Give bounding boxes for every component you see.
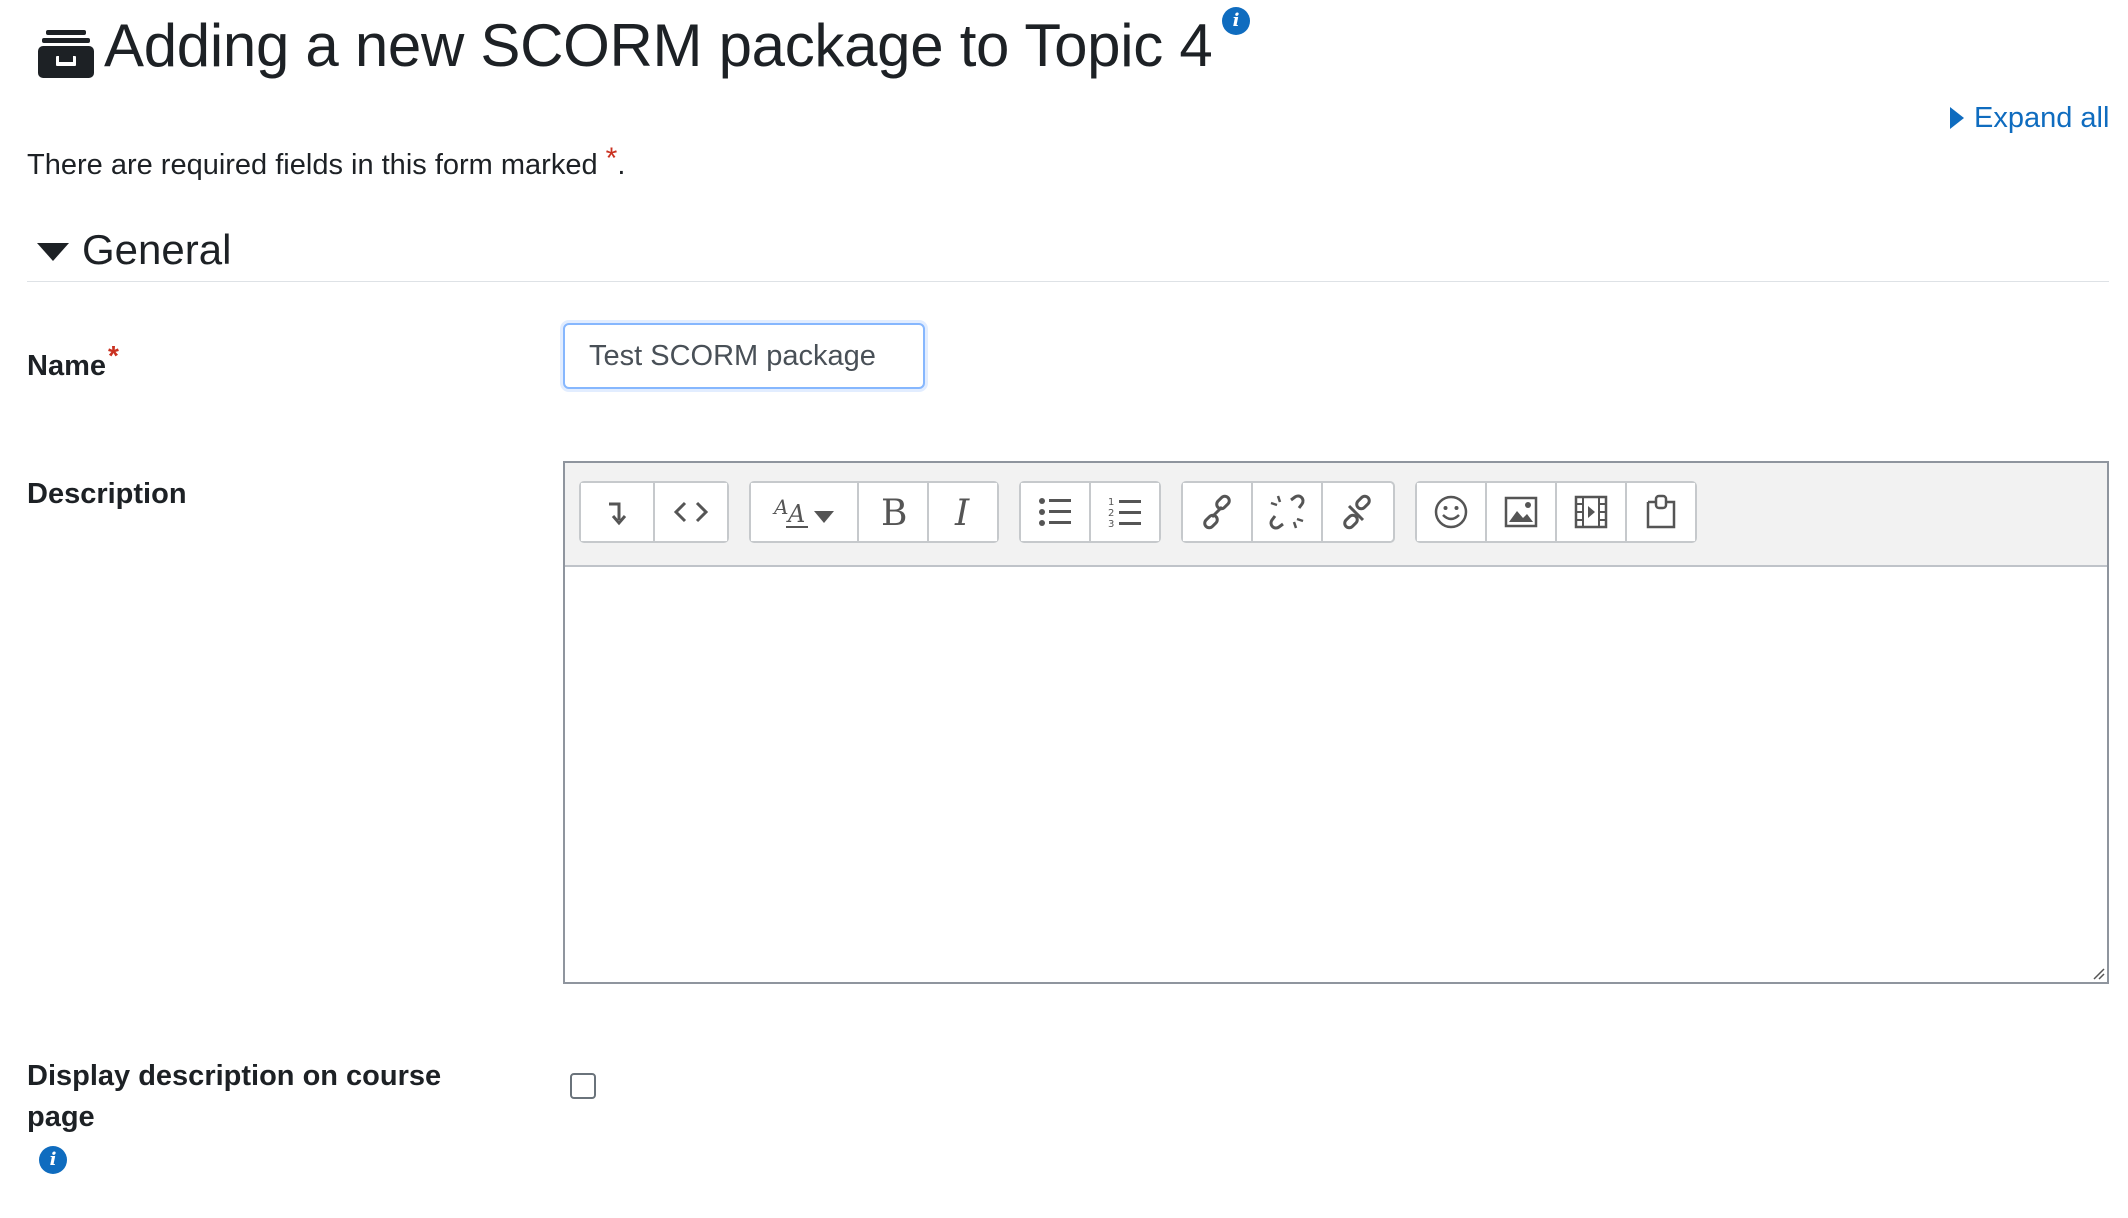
package-icon <box>38 30 94 78</box>
image-icon[interactable] <box>1487 483 1557 541</box>
editor-content-area[interactable] <box>565 567 2107 982</box>
section-divider <box>27 281 2109 282</box>
numbered-list-icon[interactable]: 123 <box>1091 483 1159 541</box>
expand-all-label: Expand all <box>1974 102 2110 134</box>
unlink-icon[interactable] <box>1253 483 1323 541</box>
svg-text:A: A <box>772 495 788 519</box>
media-icon[interactable] <box>1557 483 1627 541</box>
info-icon[interactable]: i <box>39 1146 67 1174</box>
description-editor[interactable]: AA B I 123 <box>563 461 2109 984</box>
bulleted-list-icon[interactable] <box>1021 483 1091 541</box>
required-notice-text: There are required fields in this form m… <box>27 149 606 181</box>
svg-text:3: 3 <box>1108 519 1114 529</box>
display-description-label: Display description on course page <box>27 1060 442 1133</box>
bold-icon[interactable]: B <box>859 483 929 541</box>
html-source-icon[interactable] <box>655 483 727 541</box>
manage-files-icon[interactable] <box>1627 483 1695 541</box>
toolbar-group-5 <box>1415 481 1697 543</box>
required-marker: * <box>108 340 119 371</box>
name-label: Name* <box>27 340 119 383</box>
caret-down-icon[interactable] <box>37 243 69 261</box>
svg-text:2: 2 <box>1108 508 1114 519</box>
display-description-checkbox[interactable] <box>570 1073 596 1099</box>
toolbar-toggle-icon[interactable] <box>581 483 655 541</box>
info-icon[interactable]: i <box>1222 7 1250 35</box>
toolbar-group-3: 123 <box>1019 481 1161 543</box>
toolbar-group-4 <box>1181 481 1395 543</box>
svg-text:I: I <box>954 494 970 530</box>
emoji-icon[interactable] <box>1417 483 1487 541</box>
svg-text:1: 1 <box>1108 497 1114 508</box>
font-size-icon[interactable]: AA <box>751 483 859 541</box>
expand-all-link[interactable]: Expand all <box>1950 102 2109 135</box>
manage-links-icon[interactable] <box>1323 483 1391 541</box>
name-input[interactable] <box>563 323 925 389</box>
page-title: Adding a new SCORM package to Topic 4 <box>104 12 1213 79</box>
svg-text:A: A <box>786 500 805 528</box>
description-label: Description <box>27 478 187 510</box>
required-fields-notice: There are required fields in this form m… <box>27 142 625 182</box>
required-marker: * <box>605 142 618 175</box>
toolbar-group-2: AA B I <box>749 481 999 543</box>
required-notice-suffix: . <box>617 149 626 181</box>
italic-icon[interactable]: I <box>929 483 997 541</box>
svg-text:B: B <box>881 494 907 530</box>
resize-handle-icon[interactable] <box>2089 964 2105 980</box>
toolbar-group-1 <box>579 481 729 543</box>
caret-right-icon <box>1950 107 1964 129</box>
section-heading-general[interactable]: General <box>82 226 231 274</box>
editor-toolbar: AA B I 123 <box>565 463 2107 567</box>
link-icon[interactable] <box>1183 483 1253 541</box>
name-label-text: Name <box>27 350 106 382</box>
